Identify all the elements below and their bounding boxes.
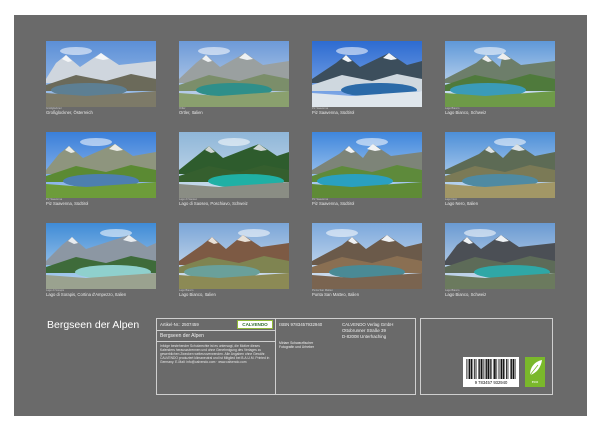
photo-tile: Lago Bianco Lago Bianco, Schweiz <box>445 223 555 303</box>
photo-frame <box>46 41 156 107</box>
landscape-photo <box>312 41 422 107</box>
landscape-photo <box>445 223 555 289</box>
barcode-number: 9 783457 932940 <box>474 380 508 385</box>
eco-label: eco <box>531 379 539 384</box>
legal-text: Infolge bestehender Schutzrechte ist es … <box>160 344 270 365</box>
publisher-street: Ottobrunner Straße 39 <box>342 328 386 333</box>
landscape-photo <box>312 223 422 289</box>
photo-tile: Lago Bianco Lago Bianco, Italien <box>179 223 289 303</box>
article-number: Artikel-Nr.: 2507459 <box>160 322 199 327</box>
photo-tile: Piz Saavenna Piz Saavenna, Südtirol <box>312 41 422 121</box>
barcode: 9 783457 932940 <box>463 357 519 387</box>
photo-caption: Lago Bianco, Italien <box>179 292 216 297</box>
photo-caption: Piz Saavenna, Südtirol <box>46 201 89 206</box>
photo-caption: Piz Saavenna, Südtirol <box>312 110 355 115</box>
photo-caption: Punta San Matteo, Italien <box>312 292 360 297</box>
photo-caption: Ortler, Italien <box>179 110 203 115</box>
divider <box>275 319 276 395</box>
photo-caption: Großglockner, Österreich <box>46 110 93 115</box>
photo-tile: Ortler Ortler, Italien <box>179 41 289 121</box>
photo-tile: Piz Saavenna Piz Saavenna, Südtirol <box>46 132 156 212</box>
divider <box>157 341 275 342</box>
photo-tile: Großglockner Großglockner, Österreich <box>46 41 156 121</box>
eco-badge: eco <box>525 357 545 387</box>
photo-frame <box>46 132 156 198</box>
photo-frame <box>445 41 555 107</box>
photo-frame <box>179 132 289 198</box>
photo-caption: Lago Bianco, Schweiz <box>445 292 487 297</box>
info-box: Artikel-Nr.: 2507459 CALVENDO Bergseen d… <box>156 318 416 395</box>
photo-frame <box>445 223 555 289</box>
landscape-photo <box>46 132 156 198</box>
photo-caption: Lago Bianco, Schweiz <box>445 110 487 115</box>
photo-tile: Piz Saavenna Piz Saavenna, Südtirol <box>312 132 422 212</box>
author-credit: Miriam Schwarzfischer Fotografin und Urh… <box>279 341 315 350</box>
photo-frame <box>312 223 422 289</box>
publisher-name: CALVENDO Verlag GmbH <box>342 322 394 327</box>
photo-caption: Lago di Saoseo, Poschiavo, Schweiz <box>179 201 248 206</box>
calendar-title: Bergseen der Alpen <box>47 319 140 331</box>
publisher-city: D-82008 Unterhaching <box>342 334 387 339</box>
calvendo-logo: CALVENDO <box>237 320 273 329</box>
leaf-icon <box>529 360 542 376</box>
photo-caption: Piz Saavenna, Südtirol <box>312 201 355 206</box>
photo-frame <box>445 132 555 198</box>
barcode-bars <box>466 359 516 379</box>
landscape-photo <box>445 132 555 198</box>
photo-caption: Lago Nero, Italien <box>445 201 479 206</box>
photo-frame <box>46 223 156 289</box>
landscape-photo <box>46 41 156 107</box>
calendar-subtitle: Bergseen der Alpen <box>160 333 204 339</box>
landscape-photo <box>179 132 289 198</box>
photo-caption: Lago di Sorapis, Cortina d'Ampezzo, Ital… <box>46 292 127 297</box>
photo-frame <box>179 223 289 289</box>
photo-tile: Lago Bianco Lago Bianco, Schweiz <box>445 41 555 121</box>
isbn: ISBN 9783457932940 <box>279 322 323 327</box>
photo-frame <box>312 132 422 198</box>
landscape-photo <box>179 41 289 107</box>
photo-tile: Punta San Matteo Punta San Matteo, Itali… <box>312 223 422 303</box>
photo-tile: Lago Nero Lago Nero, Italien <box>445 132 555 212</box>
landscape-photo <box>179 223 289 289</box>
photo-frame <box>179 41 289 107</box>
photo-tile: Lago di Saoseo Lago di Saoseo, Poschiavo… <box>179 132 289 212</box>
landscape-photo <box>46 223 156 289</box>
photo-frame <box>312 41 422 107</box>
landscape-photo <box>312 132 422 198</box>
photo-tile: Lago di Sorapis Lago di Sorapis, Cortina… <box>46 223 156 303</box>
divider <box>157 330 275 331</box>
landscape-photo <box>445 41 555 107</box>
